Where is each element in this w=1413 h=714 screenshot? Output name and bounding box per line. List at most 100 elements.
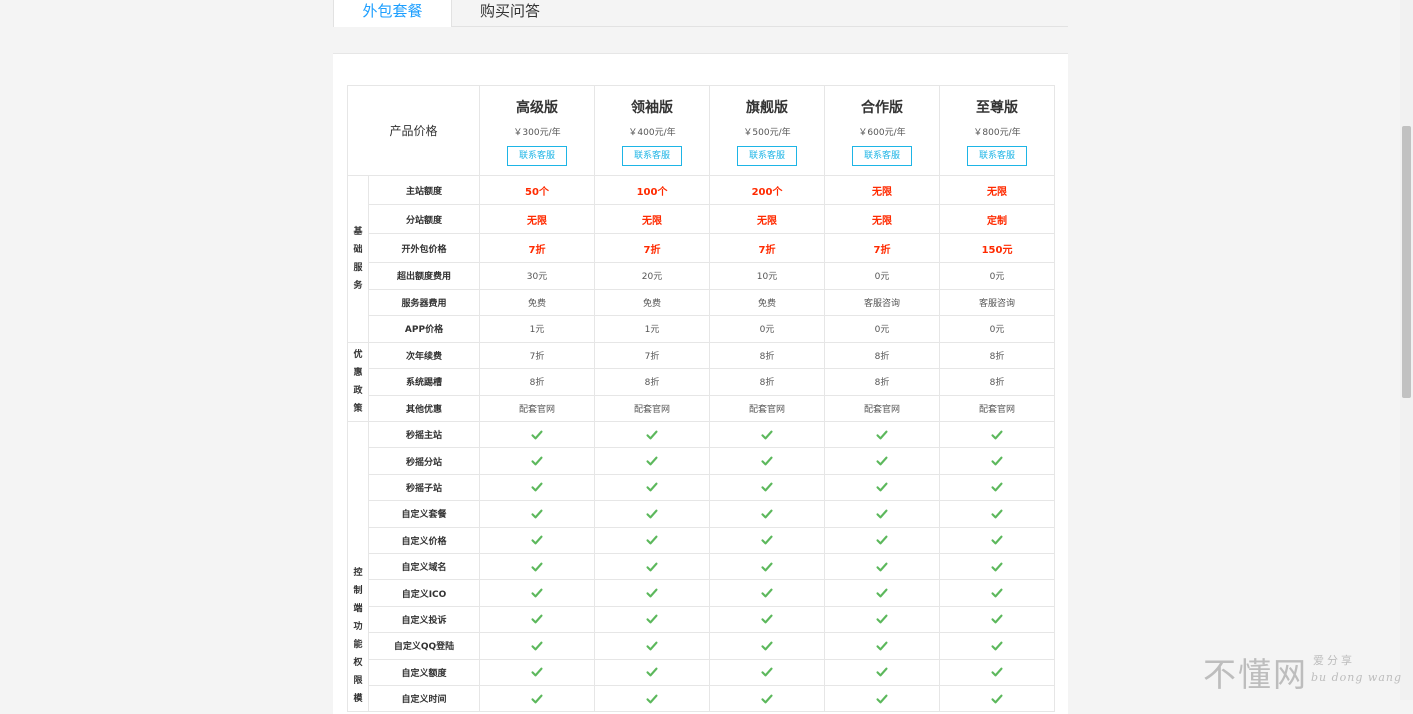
feature-value: 0元 [939, 262, 1056, 290]
feature-value: 50个 [479, 175, 596, 205]
check-icon [479, 447, 596, 475]
feature-name: 秒摇主站 [367, 420, 481, 449]
check-icon [939, 526, 1056, 554]
check-icon [824, 447, 941, 475]
check-icon [709, 526, 826, 554]
check-icon [824, 552, 941, 581]
watermark-line2: bu dong wang [1311, 671, 1403, 684]
table-row: 开外包价格 7折 7折 7折 7折 150元 [348, 233, 1056, 263]
feature-value: 8折 [594, 368, 711, 396]
check-icon [709, 632, 826, 660]
feature-name: 服务器费用 [367, 288, 481, 316]
contact-support-button[interactable]: 联系客服 [852, 146, 913, 166]
check-icon [939, 579, 1056, 607]
check-icon [479, 684, 596, 713]
check-icon [594, 473, 711, 502]
check-icon [824, 684, 941, 713]
feature-name: 自定义投诉 [367, 605, 481, 634]
feature-value: 150元 [939, 233, 1056, 263]
contact-support-button[interactable]: 联系客服 [737, 146, 798, 166]
contact-support-button[interactable]: 联系客服 [622, 146, 683, 166]
feature-value: 配套官网 [709, 394, 826, 422]
feature-value: 无限 [824, 204, 941, 234]
check-icon [594, 447, 711, 475]
plan-header: 合作版 ￥600元/年 联系客服 [824, 85, 941, 176]
scrollbar-thumb[interactable] [1402, 126, 1411, 398]
feature-name: 自定义额度 [367, 658, 481, 686]
tab-package[interactable]: 外包套餐 [333, 0, 452, 27]
check-icon [939, 552, 1056, 581]
table-row: 自定义额度 [348, 658, 1056, 686]
feature-name: APP价格 [367, 315, 481, 343]
feature-value: 8折 [709, 341, 826, 369]
feature-value: 定制 [939, 204, 1056, 234]
check-icon [939, 605, 1056, 634]
feature-value: 7折 [824, 233, 941, 263]
check-icon [709, 447, 826, 475]
feature-value: 7折 [594, 233, 711, 263]
plan-header: 领袖版 ￥400元/年 联系客服 [594, 85, 711, 176]
feature-value: 无限 [824, 175, 941, 205]
check-icon [479, 579, 596, 607]
check-icon [939, 658, 1056, 686]
feature-name: 自定义QQ登陆 [367, 632, 481, 660]
feature-name: 分站额度 [367, 204, 481, 234]
check-icon [824, 658, 941, 686]
category-label: 基础服务 [347, 175, 369, 343]
feature-value: 30元 [479, 262, 596, 290]
contact-support-button[interactable]: 联系客服 [507, 146, 568, 166]
feature-value: 0元 [709, 315, 826, 343]
tab-faq[interactable]: 购买问答 [451, 0, 569, 26]
feature-value: 200个 [709, 175, 826, 205]
plan-name: 高级版 [516, 100, 559, 116]
check-icon [594, 500, 711, 528]
table-row: 系统踢槽 8折 8折 8折 8折 8折 [348, 368, 1056, 396]
feature-name: 系统踢槽 [367, 368, 481, 396]
feature-name: 次年续费 [367, 341, 481, 369]
feature-value: 7折 [594, 341, 711, 369]
table-row: 自定义域名 [348, 552, 1056, 581]
plan-header-row: 产品价格 高级版 ￥300元/年 联系客服 领袖版 ￥400元/年 联系客服 旗舰版 ￥500元… [346, 85, 1056, 176]
feature-value: 无限 [594, 204, 711, 234]
tab-bar: 外包套餐 购买问答 [333, 0, 1068, 27]
plan-name: 至尊版 [976, 100, 1019, 116]
watermark-main: 不懂网 [1203, 655, 1308, 694]
feature-value: 10元 [709, 262, 826, 290]
check-icon [594, 526, 711, 554]
feature-value: 8折 [479, 368, 596, 396]
table-row: 分站额度 无限 无限 无限 无限 定制 [348, 204, 1056, 234]
check-icon [709, 605, 826, 634]
feature-value: 8折 [709, 368, 826, 396]
feature-value: 无限 [709, 204, 826, 234]
table-row: 自定义时间 [348, 684, 1056, 713]
feature-value: 0元 [824, 315, 941, 343]
table-row: APP价格 1元 1元 0元 0元 0元 [348, 315, 1056, 343]
check-icon [594, 420, 711, 449]
table-row: 秒摇子站 [348, 473, 1056, 502]
check-icon [824, 605, 941, 634]
category-label: 优惠政策 [347, 341, 369, 422]
feature-value: 配套官网 [939, 394, 1056, 422]
contact-support-button[interactable]: 联系客服 [967, 146, 1028, 166]
check-icon [479, 420, 596, 449]
check-icon [824, 500, 941, 528]
check-icon [594, 684, 711, 713]
feature-value: 客服咨询 [939, 288, 1056, 316]
check-icon [939, 420, 1056, 449]
feature-name: 秒摇分站 [367, 447, 481, 475]
plan-price: ￥600元/年 [858, 128, 906, 138]
feature-value: 1元 [594, 315, 711, 343]
feature-name: 自定义ICO [367, 579, 481, 607]
check-icon [594, 632, 711, 660]
check-icon [479, 552, 596, 581]
check-icon [709, 552, 826, 581]
pricing-panel: 产品价格 高级版 ￥300元/年 联系客服 领袖版 ￥400元/年 联系客服 旗舰版 ￥500元… [333, 53, 1068, 714]
table-row: 秒摇分站 [348, 447, 1056, 475]
check-icon [479, 632, 596, 660]
check-icon [824, 473, 941, 502]
vertical-scrollbar[interactable] [1400, 0, 1413, 700]
feature-name: 自定义域名 [367, 552, 481, 581]
feature-value: 0元 [939, 315, 1056, 343]
plan-name: 旗舰版 [746, 100, 789, 116]
table-row: 控制端功能权限模 秒摇主站 [347, 420, 1056, 713]
